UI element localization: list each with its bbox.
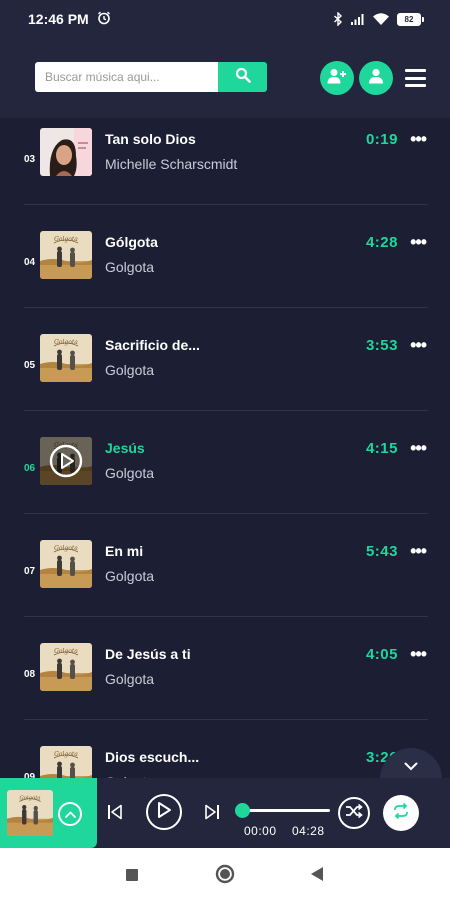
player-album-art[interactable]: Golgota [7,790,53,836]
app-header [0,38,450,118]
track-artist: Michelle Scharscmidt [105,156,238,172]
track-number: 03 [24,154,36,165]
play-icon [156,801,172,824]
track-row[interactable]: 07 Golgota En mi Golgota 5:43 ••• [0,514,450,617]
track-title: Tan solo Dios [105,131,196,147]
search-icon [235,67,251,88]
recents-button[interactable] [126,868,138,886]
track-album-art[interactable]: Golgota [40,540,92,588]
back-icon [311,867,323,885]
shuffle-button[interactable] [338,797,370,829]
track-duration: 5:43 [365,543,398,560]
battery-level: 82 [397,12,421,26]
track-duration: 4:15 [365,440,398,457]
track-number: 08 [24,669,36,680]
user-icon [368,68,384,89]
track-artist: Golgota [105,465,155,481]
more-icon[interactable]: ••• [410,439,427,457]
back-button[interactable] [311,867,323,886]
system-nav-bar [0,848,450,900]
track-artist: Golgota [105,671,155,687]
track-row[interactable]: 05 Golgota Sacrificio de... Golgota 3:53 ••• [0,308,450,411]
signal-icon [351,13,365,25]
track-duration: 4:28 [365,234,398,251]
track-title: Dios escuch... [105,749,200,765]
track-row[interactable]: 04 Golgota Gólgota Golgota 4:28 ••• [0,205,450,308]
next-button[interactable] [204,804,220,825]
current-time: 00:00 [244,824,277,838]
add-user-button[interactable] [320,61,354,95]
square-icon [126,868,138,885]
home-button[interactable] [215,864,235,889]
shuffle-icon [345,803,363,823]
status-bar: 12:46 PM 82 [0,0,450,38]
menu-icon[interactable] [405,69,426,87]
mini-player: Golgota 00:00 04:28 [0,778,450,848]
track-album-art[interactable]: Golgota [40,437,92,485]
track-title: Jesús [105,440,145,456]
track-number: 07 [24,566,36,577]
more-icon[interactable]: ••• [410,336,427,354]
track-artist: Golgota [105,362,155,378]
chevron-up-icon [64,805,76,823]
track-title: En mi [105,543,144,559]
search-input[interactable] [35,62,218,92]
play-button[interactable] [146,794,182,830]
track-number: 04 [24,257,36,268]
total-time: 04:28 [292,824,325,838]
repeat-button[interactable] [383,795,419,831]
more-icon[interactable]: ••• [410,130,427,148]
track-album-art[interactable]: Golgota [40,231,92,279]
track-artist: Golgota [105,568,155,584]
search-button[interactable] [218,62,267,92]
play-icon[interactable] [40,437,92,485]
track-artist: Golgota [105,259,155,275]
wifi-icon [373,13,389,25]
status-time: 12:46 PM [28,11,89,27]
previous-icon [107,804,123,824]
battery-icon: 82 [397,12,424,26]
track-row[interactable]: 08 Golgota De Jesús a ti Golgota 4:05 ••• [0,617,450,720]
app: 12:46 PM 82 Buscar música aqui... 03 Tan… [0,0,450,900]
circle-icon [215,864,235,888]
player-art-panel: Golgota [0,778,97,848]
track-title: Sacrificio de... [105,337,200,353]
track-album-art[interactable]: Golgota [40,334,92,382]
track-number: 06 [24,463,36,474]
track-album-art[interactable]: Golgota [40,746,92,778]
alarm-icon [97,11,111,28]
more-icon[interactable]: ••• [410,645,427,663]
track-album-art[interactable]: Golgota [40,643,92,691]
progress-knob[interactable] [235,803,250,818]
track-duration: 0:19 [365,131,398,148]
bluetooth-icon [333,12,343,26]
more-icon[interactable]: ••• [410,542,427,560]
track-list: 03 Tan solo Dios Michelle Scharscmidt 0:19 •… [0,118,450,778]
more-icon[interactable]: ••• [410,233,427,251]
repeat-icon [393,802,409,824]
track-row[interactable]: 03 Tan solo Dios Michelle Scharscmidt 0:19 •… [0,118,450,205]
next-icon [204,804,220,824]
track-album-art[interactable] [40,128,92,176]
chevron-down-icon [404,758,418,776]
track-title: De Jesús a ti [105,646,191,662]
track-duration: 3:53 [365,337,398,354]
user-button[interactable] [359,61,393,95]
track-number: 05 [24,360,36,371]
track-duration: 4:05 [365,646,398,663]
add-user-icon [327,68,347,89]
previous-button[interactable] [107,804,123,825]
track-row[interactable]: 06 Golgota Jesús Golgota 4:15 ••• [0,411,450,514]
expand-player-button[interactable] [58,802,82,826]
track-title: Gólgota [105,234,158,250]
progress-bar[interactable] [243,809,330,812]
